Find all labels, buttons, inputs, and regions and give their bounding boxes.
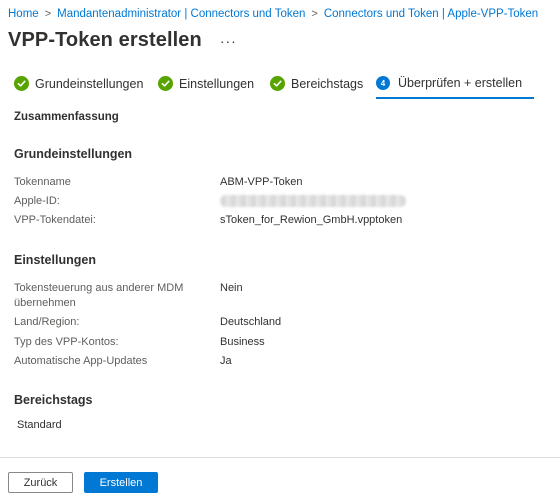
breadcrumb-separator: >	[44, 8, 52, 20]
field-value-tokenname: ABM-VPP-Token	[220, 176, 303, 188]
redacted-value	[220, 195, 406, 208]
more-options-button[interactable]: ···	[220, 34, 237, 48]
title-row: VPP-Token erstellen ···	[8, 29, 237, 52]
page-title: VPP-Token erstellen	[8, 29, 202, 51]
section-title-scope-tags: Bereichstags	[14, 393, 93, 407]
section-title-settings: Einstellungen	[14, 253, 96, 267]
field-label-country-region: Land/Region:	[14, 316, 80, 328]
checkmark-icon	[14, 76, 29, 91]
breadcrumb: Home > Mandantenadministrator | Connecto…	[8, 6, 538, 22]
breadcrumb-apple-vpp-tokens[interactable]: Connectors und Token | Apple-VPP-Token	[324, 8, 538, 20]
tab-ueberpruefen-erstellen[interactable]: 4 Überprüfen + erstellen	[376, 76, 522, 90]
field-value-vpp-tokendatei: sToken_for_Rewion_GmbH.vpptoken	[220, 214, 403, 226]
footer-divider	[0, 457, 560, 458]
field-value-apple-id	[220, 194, 406, 209]
field-label-apple-id: Apple-ID:	[14, 195, 60, 207]
field-value-token-control: Nein	[220, 282, 243, 294]
checkmark-icon	[158, 76, 173, 91]
field-label-account-type: Typ des VPP-Kontos:	[14, 336, 119, 348]
field-label-tokenname: Tokenname	[14, 176, 71, 188]
back-button[interactable]: Zurück	[8, 472, 73, 493]
field-value-account-type: Business	[220, 336, 265, 348]
field-label-vpp-tokendatei: VPP-Tokendatei:	[14, 214, 96, 226]
field-value-country-region: Deutschland	[220, 316, 282, 328]
breadcrumb-home[interactable]: Home	[8, 8, 39, 20]
scope-tag-value: Standard	[17, 419, 62, 431]
step-label: Bereichstags	[291, 76, 364, 91]
step-label: Grundeinstellungen	[35, 76, 144, 91]
breadcrumb-separator: >	[311, 8, 318, 20]
field-label-auto-app-updates: Automatische App-Updates	[14, 355, 148, 367]
tab-bereichstags[interactable]: Bereichstags	[270, 76, 363, 91]
step-number-icon: 4	[376, 76, 390, 90]
step-label: Überprüfen + erstellen	[398, 76, 523, 90]
summary-heading: Zusammenfassung	[14, 111, 119, 123]
create-button[interactable]: Erstellen	[84, 472, 158, 493]
breadcrumb-tenant-admin[interactable]: Mandantenadministrator | Connectors und …	[57, 8, 305, 20]
tab-grundeinstellungen[interactable]: Grundeinstellungen	[14, 76, 143, 91]
tab-einstellungen[interactable]: Einstellungen	[158, 76, 254, 91]
step-label: Einstellungen	[179, 76, 255, 91]
field-value-auto-app-updates: Ja	[220, 355, 232, 367]
wizard-steps: Grundeinstellungen Einstellungen Bereich…	[14, 76, 560, 99]
checkmark-icon	[270, 76, 285, 91]
active-step-underline	[376, 97, 534, 99]
field-label-token-control: Tokensteuerung aus anderer MDM übernehme…	[14, 282, 184, 309]
section-title-basics: Grundeinstellungen	[14, 147, 133, 161]
